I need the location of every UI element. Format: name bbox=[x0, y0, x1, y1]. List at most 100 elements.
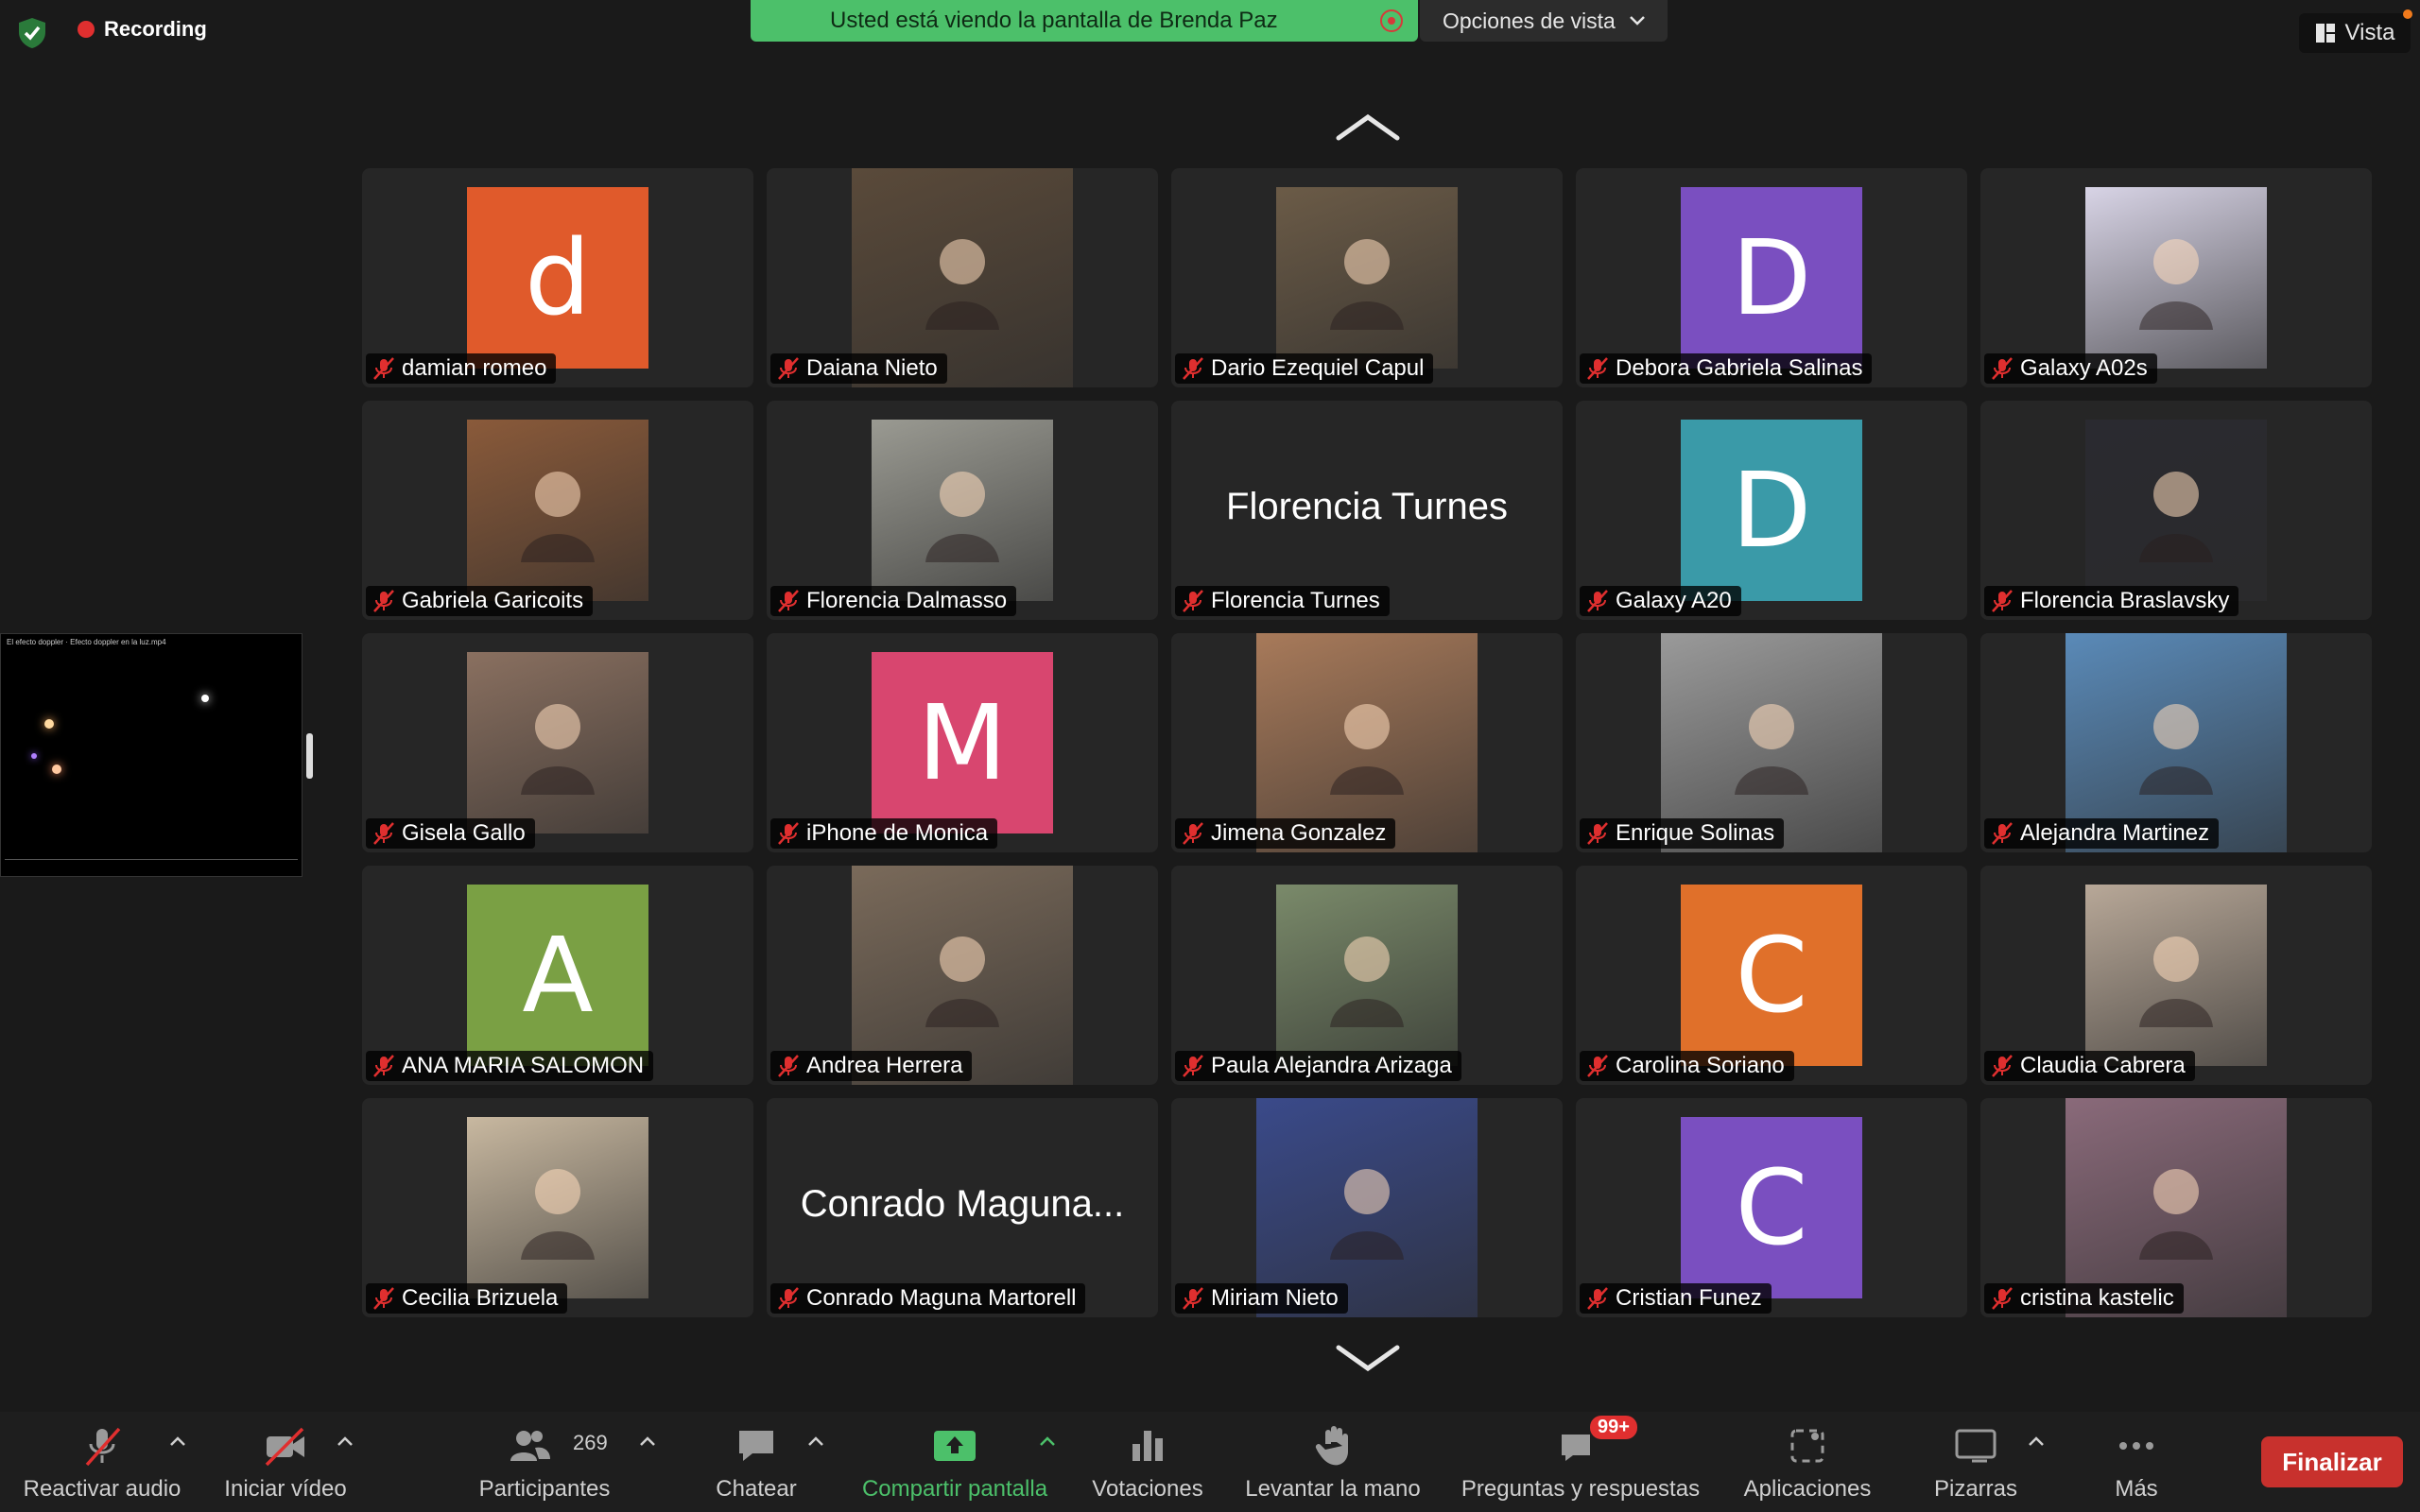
share-options-chevron-icon[interactable] bbox=[1038, 1435, 1057, 1448]
participant-photo bbox=[872, 420, 1053, 601]
participant-tile[interactable]: D Debora Gabriela Salinas bbox=[1576, 168, 1967, 387]
participant-name: iPhone de Monica bbox=[806, 820, 989, 846]
previous-page-icon[interactable] bbox=[1335, 113, 1401, 142]
avatar-letter: D bbox=[1731, 217, 1812, 338]
chevron-down-icon bbox=[1629, 16, 1645, 26]
more-label: Más bbox=[2115, 1476, 2158, 1502]
muted-mic-icon bbox=[1992, 1287, 2013, 1310]
unmute-audio-button[interactable]: Reactivar audio bbox=[15, 1412, 189, 1512]
whiteboard-icon bbox=[1955, 1429, 1996, 1463]
end-meeting-button[interactable]: Finalizar bbox=[2261, 1436, 2403, 1487]
chat-button[interactable]: Chatear bbox=[700, 1412, 813, 1512]
muted-mic-icon bbox=[778, 590, 799, 612]
top-bar: Recording Usted está viendo la pantalla … bbox=[0, 0, 2420, 66]
participant-tile[interactable]: Florencia Turnes Florencia Turnes bbox=[1171, 401, 1563, 620]
participant-tile[interactable]: Alejandra Martinez bbox=[1980, 633, 2372, 852]
participant-name: Gabriela Garicoits bbox=[402, 588, 584, 613]
next-page-icon[interactable] bbox=[1335, 1344, 1401, 1372]
participant-tile[interactable]: Enrique Solinas bbox=[1576, 633, 1967, 852]
raise-hand-icon bbox=[1315, 1426, 1348, 1466]
raise-hand-label: Levantar la mano bbox=[1245, 1476, 1421, 1502]
apps-button[interactable]: Aplicaciones bbox=[1732, 1412, 1883, 1512]
participant-avatar: D bbox=[1681, 187, 1862, 369]
thumbnail-resize-handle[interactable] bbox=[306, 733, 313, 779]
participant-tile[interactable]: A ANA MARIA SALOMON bbox=[362, 866, 753, 1085]
participant-name: Cristian Funez bbox=[1616, 1285, 1762, 1311]
participant-name: Claudia Cabrera bbox=[2020, 1053, 2186, 1078]
chat-bubble-icon bbox=[739, 1431, 773, 1461]
muted-mic-icon bbox=[778, 1287, 799, 1310]
muted-mic-icon bbox=[778, 357, 799, 380]
shared-screen-caption: El efecto doppler · Efecto doppler en la… bbox=[7, 638, 166, 646]
raise-hand-button[interactable]: Levantar la mano bbox=[1231, 1412, 1435, 1512]
participant-name: Paula Alejandra Arizaga bbox=[1211, 1053, 1452, 1078]
participant-name: Enrique Solinas bbox=[1616, 820, 1775, 846]
person-silhouette-icon bbox=[2139, 1169, 2213, 1260]
muted-mic-icon bbox=[1587, 1287, 1608, 1310]
view-options-button[interactable]: Opciones de vista bbox=[1420, 0, 1668, 42]
participant-tile[interactable]: C Carolina Soriano bbox=[1576, 866, 1967, 1085]
star-light bbox=[44, 719, 54, 729]
whiteboards-button[interactable]: Pizarras bbox=[1919, 1412, 2032, 1512]
stop-view-icon[interactable] bbox=[1380, 9, 1403, 32]
participant-tile[interactable]: Conrado Maguna... Conrado Maguna Martorel… bbox=[767, 1098, 1158, 1317]
participant-name-tag: Andrea Herrera bbox=[770, 1051, 973, 1081]
muted-mic-icon bbox=[373, 357, 394, 380]
video-off-icon bbox=[265, 1427, 304, 1467]
participant-tile[interactable]: Gabriela Garicoits bbox=[362, 401, 753, 620]
muted-mic-icon bbox=[373, 590, 394, 612]
participant-tile[interactable]: Daiana Nieto bbox=[767, 168, 1158, 387]
participant-tile[interactable]: Galaxy A02s bbox=[1980, 168, 2372, 387]
chat-options-chevron-icon[interactable] bbox=[806, 1435, 825, 1448]
participant-name-tag: Galaxy A02s bbox=[1984, 353, 2157, 384]
participant-tile[interactable]: cristina kastelic bbox=[1980, 1098, 2372, 1317]
screen-share-banner: Usted está viendo la pantalla de Brenda … bbox=[751, 0, 1418, 42]
muted-mic-icon bbox=[1587, 357, 1608, 380]
participant-photo bbox=[1276, 187, 1458, 369]
participant-name-tag: Miriam Nieto bbox=[1175, 1283, 1348, 1314]
participant-tile[interactable]: Gisela Gallo bbox=[362, 633, 753, 852]
shield-icon[interactable] bbox=[17, 17, 47, 49]
participant-name-tag: Alejandra Martinez bbox=[1984, 818, 2220, 849]
participants-button[interactable]: 269 Participantes bbox=[467, 1412, 622, 1512]
start-video-button[interactable]: Iniciar vídeo bbox=[210, 1412, 361, 1512]
share-screen-button[interactable]: Compartir pantalla bbox=[851, 1412, 1059, 1512]
star-light bbox=[31, 753, 37, 759]
qa-button[interactable]: 99+ Preguntas y respuestas bbox=[1448, 1412, 1713, 1512]
participant-tile[interactable]: Florencia Braslavsky bbox=[1980, 401, 2372, 620]
shared-screen-thumbnail[interactable]: El efecto doppler · Efecto doppler en la… bbox=[0, 633, 302, 877]
participant-avatar: M bbox=[872, 652, 1053, 833]
participant-tile[interactable]: Miriam Nieto bbox=[1171, 1098, 1563, 1317]
participants-options-chevron-icon[interactable] bbox=[638, 1435, 657, 1448]
participant-tile[interactable]: Cecilia Brizuela bbox=[362, 1098, 753, 1317]
chat-label: Chatear bbox=[716, 1476, 797, 1502]
audio-options-chevron-icon[interactable] bbox=[168, 1435, 187, 1448]
vista-button[interactable]: Vista bbox=[2299, 9, 2412, 53]
participant-tile[interactable]: Dario Ezequiel Capul bbox=[1171, 168, 1563, 387]
participant-name-tag: iPhone de Monica bbox=[770, 818, 998, 849]
video-controls[interactable] bbox=[5, 859, 298, 872]
participant-name-tag: Claudia Cabrera bbox=[1984, 1051, 2195, 1081]
video-options-chevron-icon[interactable] bbox=[336, 1435, 354, 1448]
person-silhouette-icon bbox=[2139, 704, 2213, 795]
whiteboards-options-chevron-icon[interactable] bbox=[2027, 1435, 2046, 1448]
participant-tile[interactable]: D Galaxy A20 bbox=[1576, 401, 1967, 620]
more-button[interactable]: Más bbox=[2099, 1412, 2174, 1512]
participant-tile[interactable]: Claudia Cabrera bbox=[1980, 866, 2372, 1085]
participant-name-tag: Galaxy A20 bbox=[1580, 586, 1741, 616]
participant-tile[interactable]: Paula Alejandra Arizaga bbox=[1171, 866, 1563, 1085]
participant-name-tag: Florencia Turnes bbox=[1175, 586, 1390, 616]
participant-tile[interactable]: Florencia Dalmasso bbox=[767, 401, 1158, 620]
participant-name: Daiana Nieto bbox=[806, 355, 938, 381]
participant-tile[interactable]: C Cristian Funez bbox=[1576, 1098, 1967, 1317]
participant-tile[interactable]: d damian romeo bbox=[362, 168, 753, 387]
participant-tile[interactable]: Andrea Herrera bbox=[767, 866, 1158, 1085]
participant-name-tag: damian romeo bbox=[366, 353, 557, 384]
recording-indicator[interactable]: Recording bbox=[78, 17, 207, 42]
participant-name: damian romeo bbox=[402, 355, 547, 381]
polls-button[interactable]: Votaciones bbox=[1078, 1412, 1218, 1512]
participant-tile[interactable]: Jimena Gonzalez bbox=[1171, 633, 1563, 852]
participant-tile[interactable]: MiPhone de Monica bbox=[767, 633, 1158, 852]
person-silhouette-icon bbox=[1330, 704, 1404, 795]
participant-name: Galaxy A02s bbox=[2020, 355, 2148, 381]
